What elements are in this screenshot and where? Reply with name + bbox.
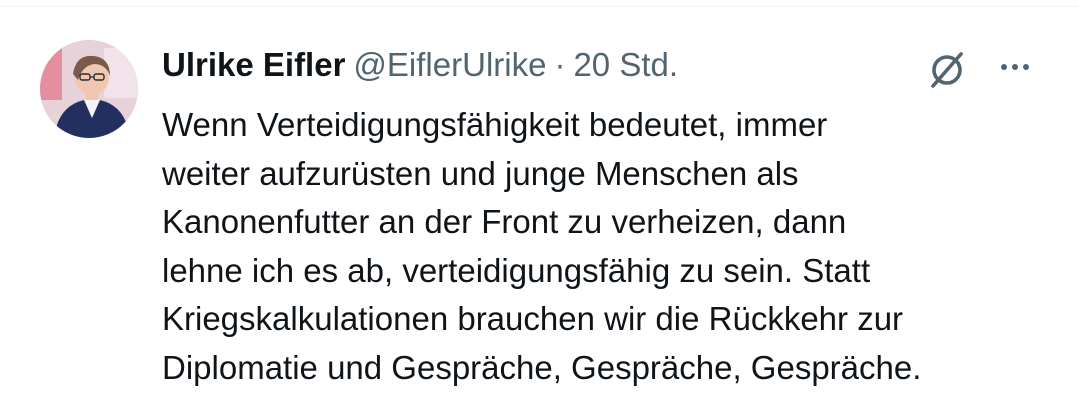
avatar-image bbox=[40, 40, 138, 138]
more-icon-svg bbox=[1001, 64, 1029, 70]
more-icon[interactable] bbox=[997, 49, 1033, 85]
tweet[interactable]: Ulrike Eifler @EiflerUlrike · 20 Std. Wenn … bbox=[0, 7, 1079, 413]
display-name[interactable]: Ulrike Eifler bbox=[162, 46, 345, 83]
avatar[interactable] bbox=[40, 40, 138, 138]
separator-dot: · bbox=[554, 46, 566, 83]
tweet-text: Wenn Verteidigungsfähigkeit bedeutet, im… bbox=[162, 106, 922, 386]
tweet-header: Ulrike Eifler @EiflerUlrike · 20 Std. bbox=[162, 43, 1039, 87]
handle[interactable]: @EiflerUlrike bbox=[353, 46, 546, 83]
timestamp[interactable]: 20 Std. bbox=[573, 46, 678, 83]
grok-icon[interactable] bbox=[925, 48, 969, 92]
grok-icon-svg bbox=[931, 52, 963, 88]
